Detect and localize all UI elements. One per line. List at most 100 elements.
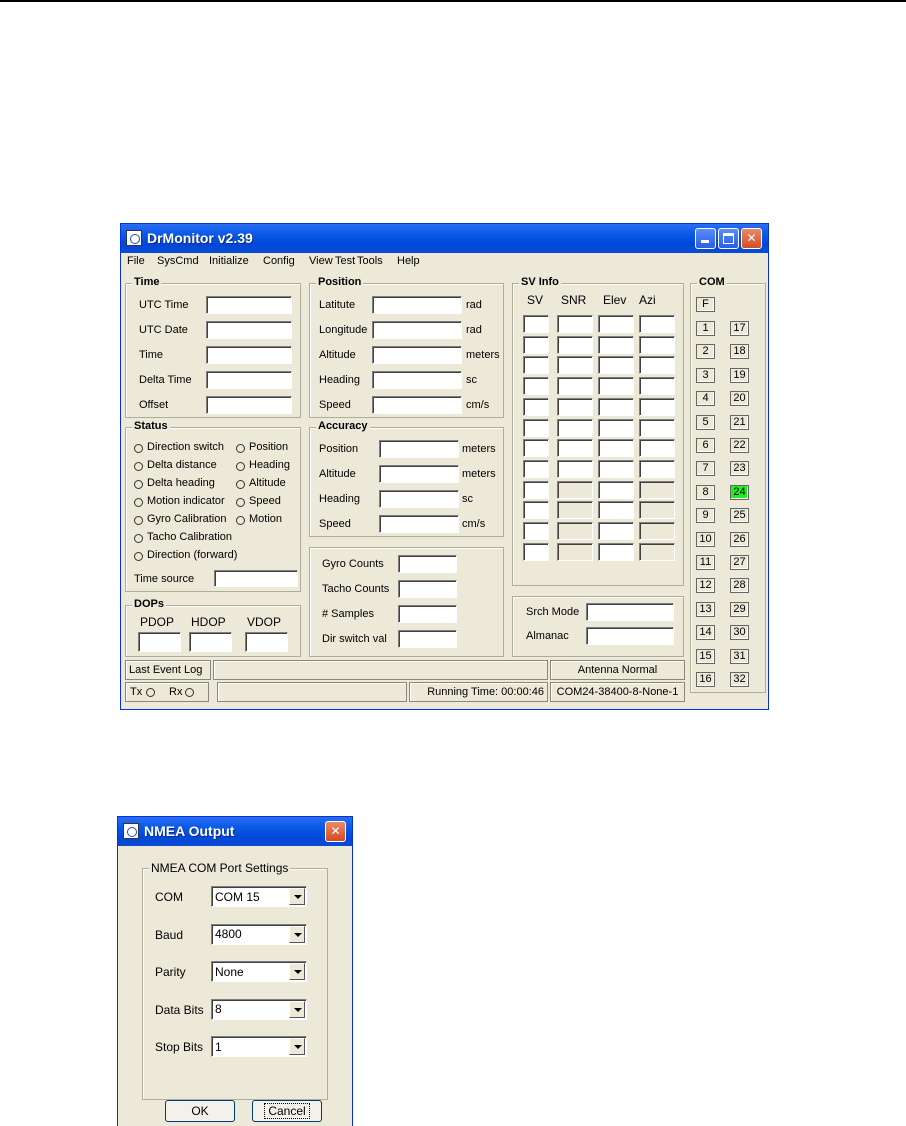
com-port-button-5[interactable]: 5	[696, 414, 715, 430]
sv-cell	[557, 522, 593, 540]
sv-cell	[598, 522, 634, 540]
com-port-button-18[interactable]: 18	[730, 344, 749, 360]
com-port-button-25[interactable]: 25	[730, 508, 749, 524]
sv-cell	[557, 542, 593, 561]
menu-item-file[interactable]: File	[127, 255, 145, 267]
menu-item-help[interactable]: Help	[397, 255, 420, 267]
com-group: COM F 1 2 3 4 5 6 7 8 9 10 11 12 13 14 15 16 17 18 19 20 21 2…	[690, 276, 766, 693]
nmea-data-bits-label: Data Bits	[155, 1002, 204, 1017]
com-port-button-31[interactable]: 31	[730, 648, 749, 664]
com-port-button-20[interactable]: 20	[730, 391, 749, 407]
close-icon[interactable]: ✕	[741, 228, 762, 249]
nmea-data-bits-select[interactable]: 8	[211, 998, 307, 1020]
status-item: Delta heading	[147, 477, 215, 489]
sv-cell	[557, 459, 593, 478]
position-label: Heading	[319, 374, 360, 386]
com-port-button-27[interactable]: 27	[730, 555, 749, 570]
status-indicator-icon	[134, 480, 143, 489]
nmea-titlebar[interactable]: NMEA Output ✕	[118, 817, 352, 846]
com-f-button[interactable]: F	[696, 297, 715, 312]
status-indicator-icon	[236, 516, 245, 525]
com-port-button-10[interactable]: 10	[696, 531, 715, 547]
tx-rx-indicator: Tx Rx	[125, 682, 209, 702]
nmea-stop-bits-select[interactable]: 1	[211, 1036, 307, 1057]
com-port-button-2[interactable]: 2	[696, 344, 715, 360]
counts-label: Tacho Counts	[322, 583, 390, 595]
com-port-button-15[interactable]: 15	[696, 648, 715, 664]
com-port-button-1[interactable]: 1	[696, 321, 715, 336]
com-port-button-24[interactable]: 24	[730, 484, 749, 500]
chevron-down-icon[interactable]	[289, 963, 305, 980]
status-indicator-icon	[236, 480, 245, 489]
chevron-down-icon[interactable]	[289, 1038, 305, 1055]
menu-item-initialize[interactable]: Initialize	[209, 255, 249, 267]
dop-label: VDOP	[247, 615, 282, 629]
sv-cell	[598, 542, 634, 561]
sv-cell	[523, 315, 549, 333]
menu-item-test[interactable]: Test	[335, 255, 355, 267]
nmea-data-bits-value: 8	[215, 1002, 222, 1016]
nmea-parity-select[interactable]: None	[211, 961, 307, 982]
status-group-label: Status	[132, 420, 170, 432]
com-port-button-21[interactable]: 21	[730, 414, 749, 430]
minimize-icon[interactable]	[695, 228, 716, 249]
com-port-button-19[interactable]: 19	[730, 367, 749, 383]
sv-cell	[598, 480, 634, 499]
com-port-button-14[interactable]: 14	[696, 625, 715, 641]
com-port-button-3[interactable]: 3	[696, 367, 715, 383]
com-port-button-9[interactable]: 9	[696, 508, 715, 524]
search-field	[586, 603, 674, 621]
time-label: UTC Time	[139, 299, 189, 311]
chevron-down-icon[interactable]	[289, 925, 305, 943]
menu-item-syscmd[interactable]: SysCmd	[157, 255, 199, 267]
menu-item-tools[interactable]: Tools	[357, 255, 383, 267]
sv-cell	[598, 439, 634, 458]
search-label: Srch Mode	[526, 606, 580, 618]
accuracy-field	[379, 465, 459, 483]
time-source-label: Time source	[134, 573, 195, 585]
nmea-close-icon[interactable]: ✕	[325, 821, 346, 842]
nmea-baud-select[interactable]: 4800	[211, 923, 307, 945]
com-port-button-13[interactable]: 13	[696, 601, 715, 617]
dop-field	[189, 632, 232, 652]
position-group-label: Position	[316, 276, 364, 288]
menu-item-config[interactable]: Config	[263, 255, 295, 267]
maximize-icon[interactable]	[718, 228, 739, 249]
com-port-button-23[interactable]: 23	[730, 461, 749, 477]
ok-button[interactable]: OK	[165, 1100, 235, 1122]
com-port-button-28[interactable]: 28	[730, 578, 749, 594]
sv-cell	[523, 459, 549, 478]
nmea-com-select[interactable]: COM 15	[211, 886, 307, 907]
chevron-down-icon[interactable]	[289, 1000, 305, 1018]
chevron-down-icon[interactable]	[289, 888, 305, 905]
com-port-button-12[interactable]: 12	[696, 578, 715, 594]
counts-field	[398, 555, 457, 573]
com-port-button-4[interactable]: 4	[696, 391, 715, 407]
com-port-button-8[interactable]: 8	[696, 484, 715, 500]
com-port-button-22[interactable]: 22	[730, 438, 749, 453]
accuracy-unit: sc	[462, 493, 473, 505]
sv-info-group-label: SV Info	[519, 276, 561, 288]
com-port-button-6[interactable]: 6	[696, 438, 715, 453]
com-port-button-32[interactable]: 32	[730, 672, 749, 687]
status-indicator-icon	[236, 462, 245, 471]
sv-cell	[557, 335, 593, 354]
com-port-button-30[interactable]: 30	[730, 625, 749, 641]
counts-group: Gyro Counts Tacho Counts # Samples Dir swit…	[309, 547, 504, 657]
com-port-button-26[interactable]: 26	[730, 531, 749, 547]
main-titlebar[interactable]: DrMonitor v2.39 ✕	[121, 224, 768, 253]
menu-item-view[interactable]: View	[309, 255, 333, 267]
com-port-button-11[interactable]: 11	[696, 555, 715, 570]
page-top-rule	[0, 0, 906, 2]
nmea-stop-bits-value: 1	[215, 1039, 222, 1054]
com-port-button-16[interactable]: 16	[696, 672, 715, 687]
nmea-app-icon	[123, 823, 139, 839]
sv-cell	[523, 501, 549, 520]
sv-cell	[598, 501, 634, 520]
com-port-button-29[interactable]: 29	[730, 601, 749, 617]
sv-cell	[598, 459, 634, 478]
cancel-button[interactable]: Cancel	[252, 1100, 322, 1122]
time-label: Offset	[139, 399, 169, 411]
com-port-button-7[interactable]: 7	[696, 461, 715, 477]
com-port-button-17[interactable]: 17	[730, 321, 749, 336]
